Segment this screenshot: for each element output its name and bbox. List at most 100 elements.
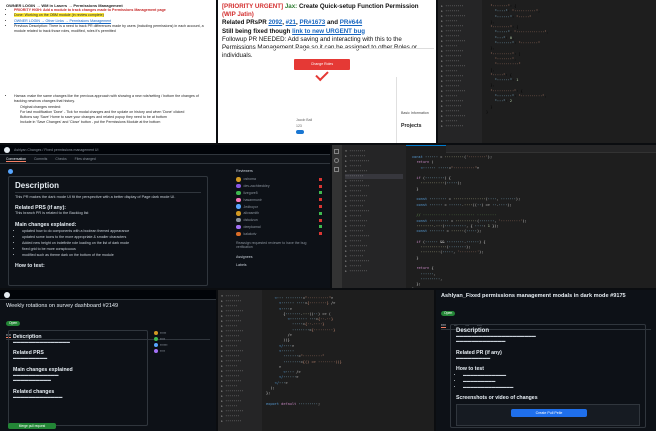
- status-icon: [319, 225, 322, 229]
- tab-files-changed[interactable]: Files changed: [75, 157, 96, 161]
- avatar: [236, 190, 241, 196]
- pr-title: Weekly rotations on survey dashboard #21…: [6, 303, 119, 309]
- pr-link[interactable]: PR#644: [340, 19, 362, 26]
- tsx-code[interactable]: <··· ········="··········"> <······ ····…: [266, 296, 342, 407]
- avatar[interactable]: [8, 169, 13, 174]
- ts-code[interactable]: const ······ = ·········('········'); re…: [412, 155, 527, 288]
- avatar: [236, 211, 241, 216]
- projects-heading: Projects: [401, 123, 422, 129]
- file-explorer: ▸ ········· ▸ ······· ▸ ·········· ▸ ···…: [438, 0, 482, 143]
- status-badge: Open: [6, 321, 21, 326]
- reviewer-row[interactable]: Jedboyor: [236, 203, 322, 210]
- reviewer-row[interactable]: lizegore5: [236, 190, 322, 197]
- github-pr-page-2: Weekly rotations on survey dashboard #21…: [0, 290, 216, 431]
- user-info: Jacob Bail 123: [296, 117, 312, 135]
- tree-row[interactable]: ▸ ·········: [345, 269, 403, 274]
- reviewer-row[interactable]: oshoma: [236, 176, 322, 183]
- json-code[interactable]: "·······": { "····": "··········", "····…: [486, 4, 549, 115]
- avatar: [236, 224, 241, 230]
- description-text: This PR makes the dark mode UI fit the p…: [15, 195, 176, 199]
- tab-conversation[interactable]: Conversation: [6, 157, 26, 162]
- bug-link[interactable]: link to new URGENT bug: [292, 28, 365, 35]
- file-explorer: ▾ ········ ▸ ········ ▸ ·········· ▸ ···…: [342, 145, 406, 288]
- repo-breadcrumb[interactable]: Ashlyan Changes / Fixed permissions mana…: [14, 148, 98, 152]
- reviewer-row[interactable]: deepkamal: [236, 224, 322, 231]
- reviewers-label: Reviewers: [236, 169, 253, 173]
- file-explorer: ▾ ······· ▸ ········ ▸ ······ ▸ ········…: [218, 290, 262, 431]
- pr-link[interactable]: PR#1673: [299, 19, 325, 26]
- avatar: [236, 217, 241, 223]
- avatar: [236, 204, 241, 209]
- pr-title: Ashlyan_Fixed permissions management mod…: [441, 293, 626, 299]
- search-icon[interactable]: [334, 158, 339, 163]
- pr-comment: Description ▬▬▬▬▬▬▬▬▬▬▬▬▬▬▬ Related PRS …: [8, 330, 148, 426]
- urgent-title-line: [PRIORITY URGENT] Jax: Create Quick-setu…: [222, 3, 419, 19]
- status-icon: [319, 232, 322, 236]
- notes-document: OWNER LOGIN → WM in Lasers → Permissions…: [0, 0, 216, 143]
- github-header: Ashlyan Changes / Fixed permissions mana…: [0, 145, 330, 155]
- howto-heading: How to test:: [15, 262, 45, 269]
- pr-link[interactable]: #21: [286, 19, 296, 26]
- assignees-label: Assignees: [236, 255, 253, 260]
- reviewers-panel: Reviewers oshoma dev-zachbeckley lizegor…: [236, 169, 322, 270]
- reviewer-row[interactable]: hasanmunir: [236, 196, 322, 203]
- status-icon: [319, 218, 322, 222]
- merge-button[interactable]: Merge pull request: [8, 423, 56, 429]
- changes-list: updated how to do components with a bool…: [15, 228, 201, 258]
- status-badge: Open: [441, 311, 456, 316]
- toggle-switch[interactable]: [296, 130, 304, 135]
- pr-tabs: Conversation Commits Checks Files change…: [0, 155, 330, 164]
- github-header: [0, 290, 216, 300]
- pr-link[interactable]: 2092: [268, 19, 282, 26]
- status-icon: [319, 211, 322, 215]
- status-icon: [319, 177, 322, 181]
- reviewer-row[interactable]: alivasmith: [236, 210, 322, 217]
- tree-row[interactable]: ▸ ·········: [441, 124, 479, 129]
- reviewers-panel: ▪▪▪▪▪ ▪▪▪▪ ▪▪▪▪▪▪ ▪▪▪▪: [154, 330, 210, 354]
- source-control-icon[interactable]: [334, 167, 339, 172]
- create-button[interactable]: Create Pull Pelle: [511, 409, 587, 418]
- list-item: ▬▬▬▬▬▬▬▬▬▬▬▬▬▬: [463, 384, 640, 390]
- avatar: [236, 177, 241, 182]
- list-item: modified such as theme dark on the botto…: [22, 252, 201, 258]
- github-pr-page-3: Ashlyan_Fixed permissions management mod…: [436, 290, 656, 431]
- labels-label: Labels: [236, 263, 247, 268]
- editor-tabs: [406, 145, 656, 153]
- reviewer-row[interactable]: dstudzun: [236, 217, 322, 224]
- pr-comment: Description ▬▬▬▬▬▬▬▬▬▬▬▬▬▬▬▬▬▬▬▬▬ ▬▬▬▬▬▬…: [450, 324, 646, 428]
- status-icon: [319, 191, 322, 195]
- pr-body: Description This PR makes the dark mode …: [8, 169, 208, 286]
- screenshot-preview: Create Pull Pelle: [456, 404, 640, 427]
- tab-commits[interactable]: Commits: [34, 157, 47, 161]
- explorer-icon[interactable]: [334, 149, 339, 154]
- tab-conversation[interactable]: ▪▪▪▪: [441, 323, 446, 328]
- avatar: [236, 183, 241, 189]
- urgent-task-note: [PRIORITY URGENT] Jax: Create Quick-setu…: [218, 0, 436, 143]
- related-text: This branch PR is related to the Backlog…: [15, 211, 89, 216]
- reviewer-row[interactable]: kalakotv: [236, 230, 322, 237]
- urgent-related-line: Related PRsPR 2092, #21, PR#1673 and PR#…: [222, 19, 363, 27]
- github-pr-page: Ashlyan Changes / Fixed permissions mana…: [0, 145, 330, 288]
- status-icon: [319, 205, 322, 209]
- tab-checks[interactable]: Checks: [55, 157, 66, 161]
- reviewer-row[interactable]: ▪▪▪▪: [154, 348, 210, 354]
- basic-info-link[interactable]: Basic Information: [401, 111, 434, 115]
- github-logo-icon[interactable]: [4, 146, 10, 153]
- reviewer-row[interactable]: dev-zachbeckley: [236, 183, 322, 190]
- notes-lower-heading: Hamza: make the same changes like the pr…: [14, 94, 210, 104]
- editor-tab[interactable]: [406, 145, 446, 153]
- notes-bullet-previous: Previous Description: There is a need to…: [14, 24, 210, 34]
- urgent-fixed-line: Still being fixed though link to new URG…: [222, 27, 366, 35]
- status-icon: [319, 184, 322, 188]
- screenshots-heading: Screenshots or video of changes: [456, 395, 538, 402]
- embedded-screenshot: Change Roles Jacob Bail 123 Basic Inform…: [258, 48, 434, 143]
- avatar: [236, 197, 241, 203]
- activity-bar: [332, 145, 342, 288]
- notes-lower-item: Include in 'Save Changes' and 'Close' bu…: [20, 120, 161, 125]
- tree-row[interactable]: ▸ ········: [221, 419, 259, 424]
- github-logo-icon[interactable]: [4, 291, 10, 298]
- status-icon: [319, 198, 322, 202]
- side-panel: Basic Information Projects: [396, 77, 434, 143]
- avatar: [236, 231, 241, 237]
- reviewer-note: Reassign requested reviewer to have the …: [236, 241, 307, 250]
